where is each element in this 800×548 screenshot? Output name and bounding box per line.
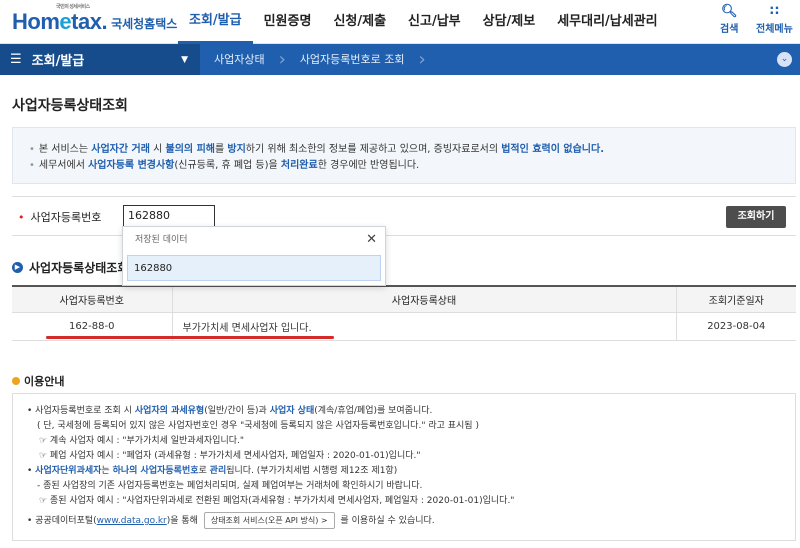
logo-subtitle: 국세청홈택스 [111, 17, 178, 31]
annotation-underline [46, 336, 334, 339]
col-business-number: 사업자등록번호 [12, 285, 173, 313]
all-menu-label: 전체메뉴 [756, 24, 793, 35]
close-icon[interactable]: ✕ [366, 227, 377, 253]
table-header-row: 사업자등록번호 사업자등록상태 조회기준일자 [12, 285, 796, 313]
cell-date: 2023-08-04 [676, 312, 796, 341]
notice-line-2: • 세무서에서 사업자등록 변경사항(신규등록, 휴 폐업 등)을 처리완료한 경… [29, 160, 420, 171]
nav-apply-submit[interactable]: 신청/제출 [322, 0, 397, 44]
info-line-1: • 사업자등록번호로 조회 시 사업자의 과세유형(일반/간이 등)과 사업자 … [27, 406, 433, 416]
usage-guide-box: • 사업자등록번호로 조회 시 사업자의 과세유형(일반/간이 등)과 사업자 … [12, 393, 796, 541]
info-line-2: ( 단, 국세청에 등록되어 있지 않은 사업자번호인 경우 "국세청에 등록되… [37, 421, 479, 431]
search-tool-label: 검색 [720, 24, 739, 35]
saved-data-header: 저장된 데이터 ✕ [123, 227, 385, 253]
info-line-7: ☞ 종된 사업자 예시 : "사업자단위과세로 전환된 폐업자(과세유형 : 부… [39, 496, 515, 506]
sub-nav: ☰ 조회/발급 ▼ 사업자상태 › 사업자등록번호로 조회 › ⌄ [0, 44, 800, 75]
info-line-8: • 공공데이터포털(www.data.go.kr)을 통해 상태조회 서비스(오… [27, 512, 781, 529]
data-portal-link[interactable]: www.data.go.kr [97, 516, 167, 526]
all-menu-tool[interactable]: ∷ 전체메뉴 [756, 4, 793, 35]
saved-data-dropdown: 저장된 데이터 ✕ 162880 [122, 226, 386, 286]
col-status: 사업자등록상태 [172, 285, 677, 313]
search-icon: 🔍︎ [720, 4, 738, 19]
breadcrumb: 사업자상태 › 사업자등록번호로 조회 › [200, 44, 426, 75]
result-table: 사업자등록번호 사업자등록상태 조회기준일자 162-88-0 부가가치세 면세… [12, 285, 796, 341]
service-notice: • 본 서비스는 사업자간 거래 시 불의의 피해를 방지하기 위해 최소한의 정… [12, 127, 796, 184]
business-number-input[interactable]: 162880 [123, 205, 215, 227]
grid-menu-icon: ∷ [769, 4, 779, 19]
breadcrumb-item-lookup[interactable]: 사업자등록번호로 조회 [286, 44, 419, 75]
triangle-down-icon: ▼ [181, 54, 188, 65]
lookup-button[interactable]: 조회하기 [726, 206, 786, 228]
nav-tax-agent[interactable]: 세무대리/납세관리 [546, 0, 668, 44]
usage-guide-title: 이용안내 [12, 373, 64, 389]
chevron-right-icon: › [418, 49, 426, 70]
top-header: 국민의 성세서비스 Hometax. 국세청홈택스 조회/발급 민원증명 신청/… [0, 0, 800, 44]
logo-wordmark: 국민의 성세서비스 Hometax. [12, 4, 108, 35]
info-line-6: - 종된 사업장의 기존 사업자등록번호는 폐업처리되며, 실제 폐업여부는 거… [37, 481, 423, 491]
hometax-logo[interactable]: 국민의 성세서비스 Hometax. 국세청홈택스 [0, 4, 178, 35]
logo-part-a: Hom [12, 8, 60, 34]
result-section-title: ▶ 사업자등록상태조회 [12, 259, 128, 276]
nav-certificates[interactable]: 민원증명 [253, 0, 323, 44]
chevron-down-icon[interactable]: ⌄ [777, 52, 792, 67]
col-date: 조회기준일자 [676, 285, 796, 313]
info-line-5: • 사업자단위과세자는 하나의 사업자등록번호로 관리됩니다. (부가가치세법 … [27, 466, 398, 476]
nav-consult[interactable]: 상담/제보 [472, 0, 547, 44]
chevron-right-icon: › [278, 49, 286, 70]
hamburger-icon: ☰ [10, 52, 22, 67]
bullet-dot-icon [12, 377, 20, 385]
info-line-3: ☞ 계속 사업자 예시 : "부가가치세 일반과세자입니다." [39, 436, 245, 446]
arrow-right-icon: ▶ [12, 262, 23, 273]
notice-line-1: • 본 서비스는 사업자간 거래 시 불의의 피해를 방지하기 위해 최소한의 정… [29, 144, 604, 155]
subnav-menu-label: 조회/발급 [31, 54, 85, 69]
business-number-label: • 사업자등록번호 [18, 211, 102, 224]
breadcrumb-item-status[interactable]: 사업자상태 [200, 44, 279, 75]
page-title: 사업자등록상태조회 [12, 98, 128, 114]
subnav-menu-dropdown[interactable]: ☰ 조회/발급 ▼ [0, 44, 200, 75]
search-tool[interactable]: 🔍︎ 검색 [720, 4, 738, 35]
open-api-button[interactable]: 상태조회 서비스(오픈 API 방식) > [203, 512, 335, 529]
logo-tagline: 국민의 성세서비스 [56, 3, 90, 10]
logo-part-b: tax. [71, 8, 108, 34]
nav-report-pay[interactable]: 신고/납부 [397, 0, 472, 44]
info-line-4: ☞ 폐업 사업자 예시 : "폐업자 (과세유형 : 부가가치세 면세사업자, … [39, 451, 421, 461]
global-nav: 조회/발급 민원증명 신청/제출 신고/납부 상담/제보 세무대리/납세관리 [178, 0, 669, 44]
saved-data-item[interactable]: 162880 [127, 255, 381, 281]
logo-part-e: e [59, 8, 72, 34]
nav-inquiry-issue[interactable]: 조회/발급 [178, 0, 253, 44]
